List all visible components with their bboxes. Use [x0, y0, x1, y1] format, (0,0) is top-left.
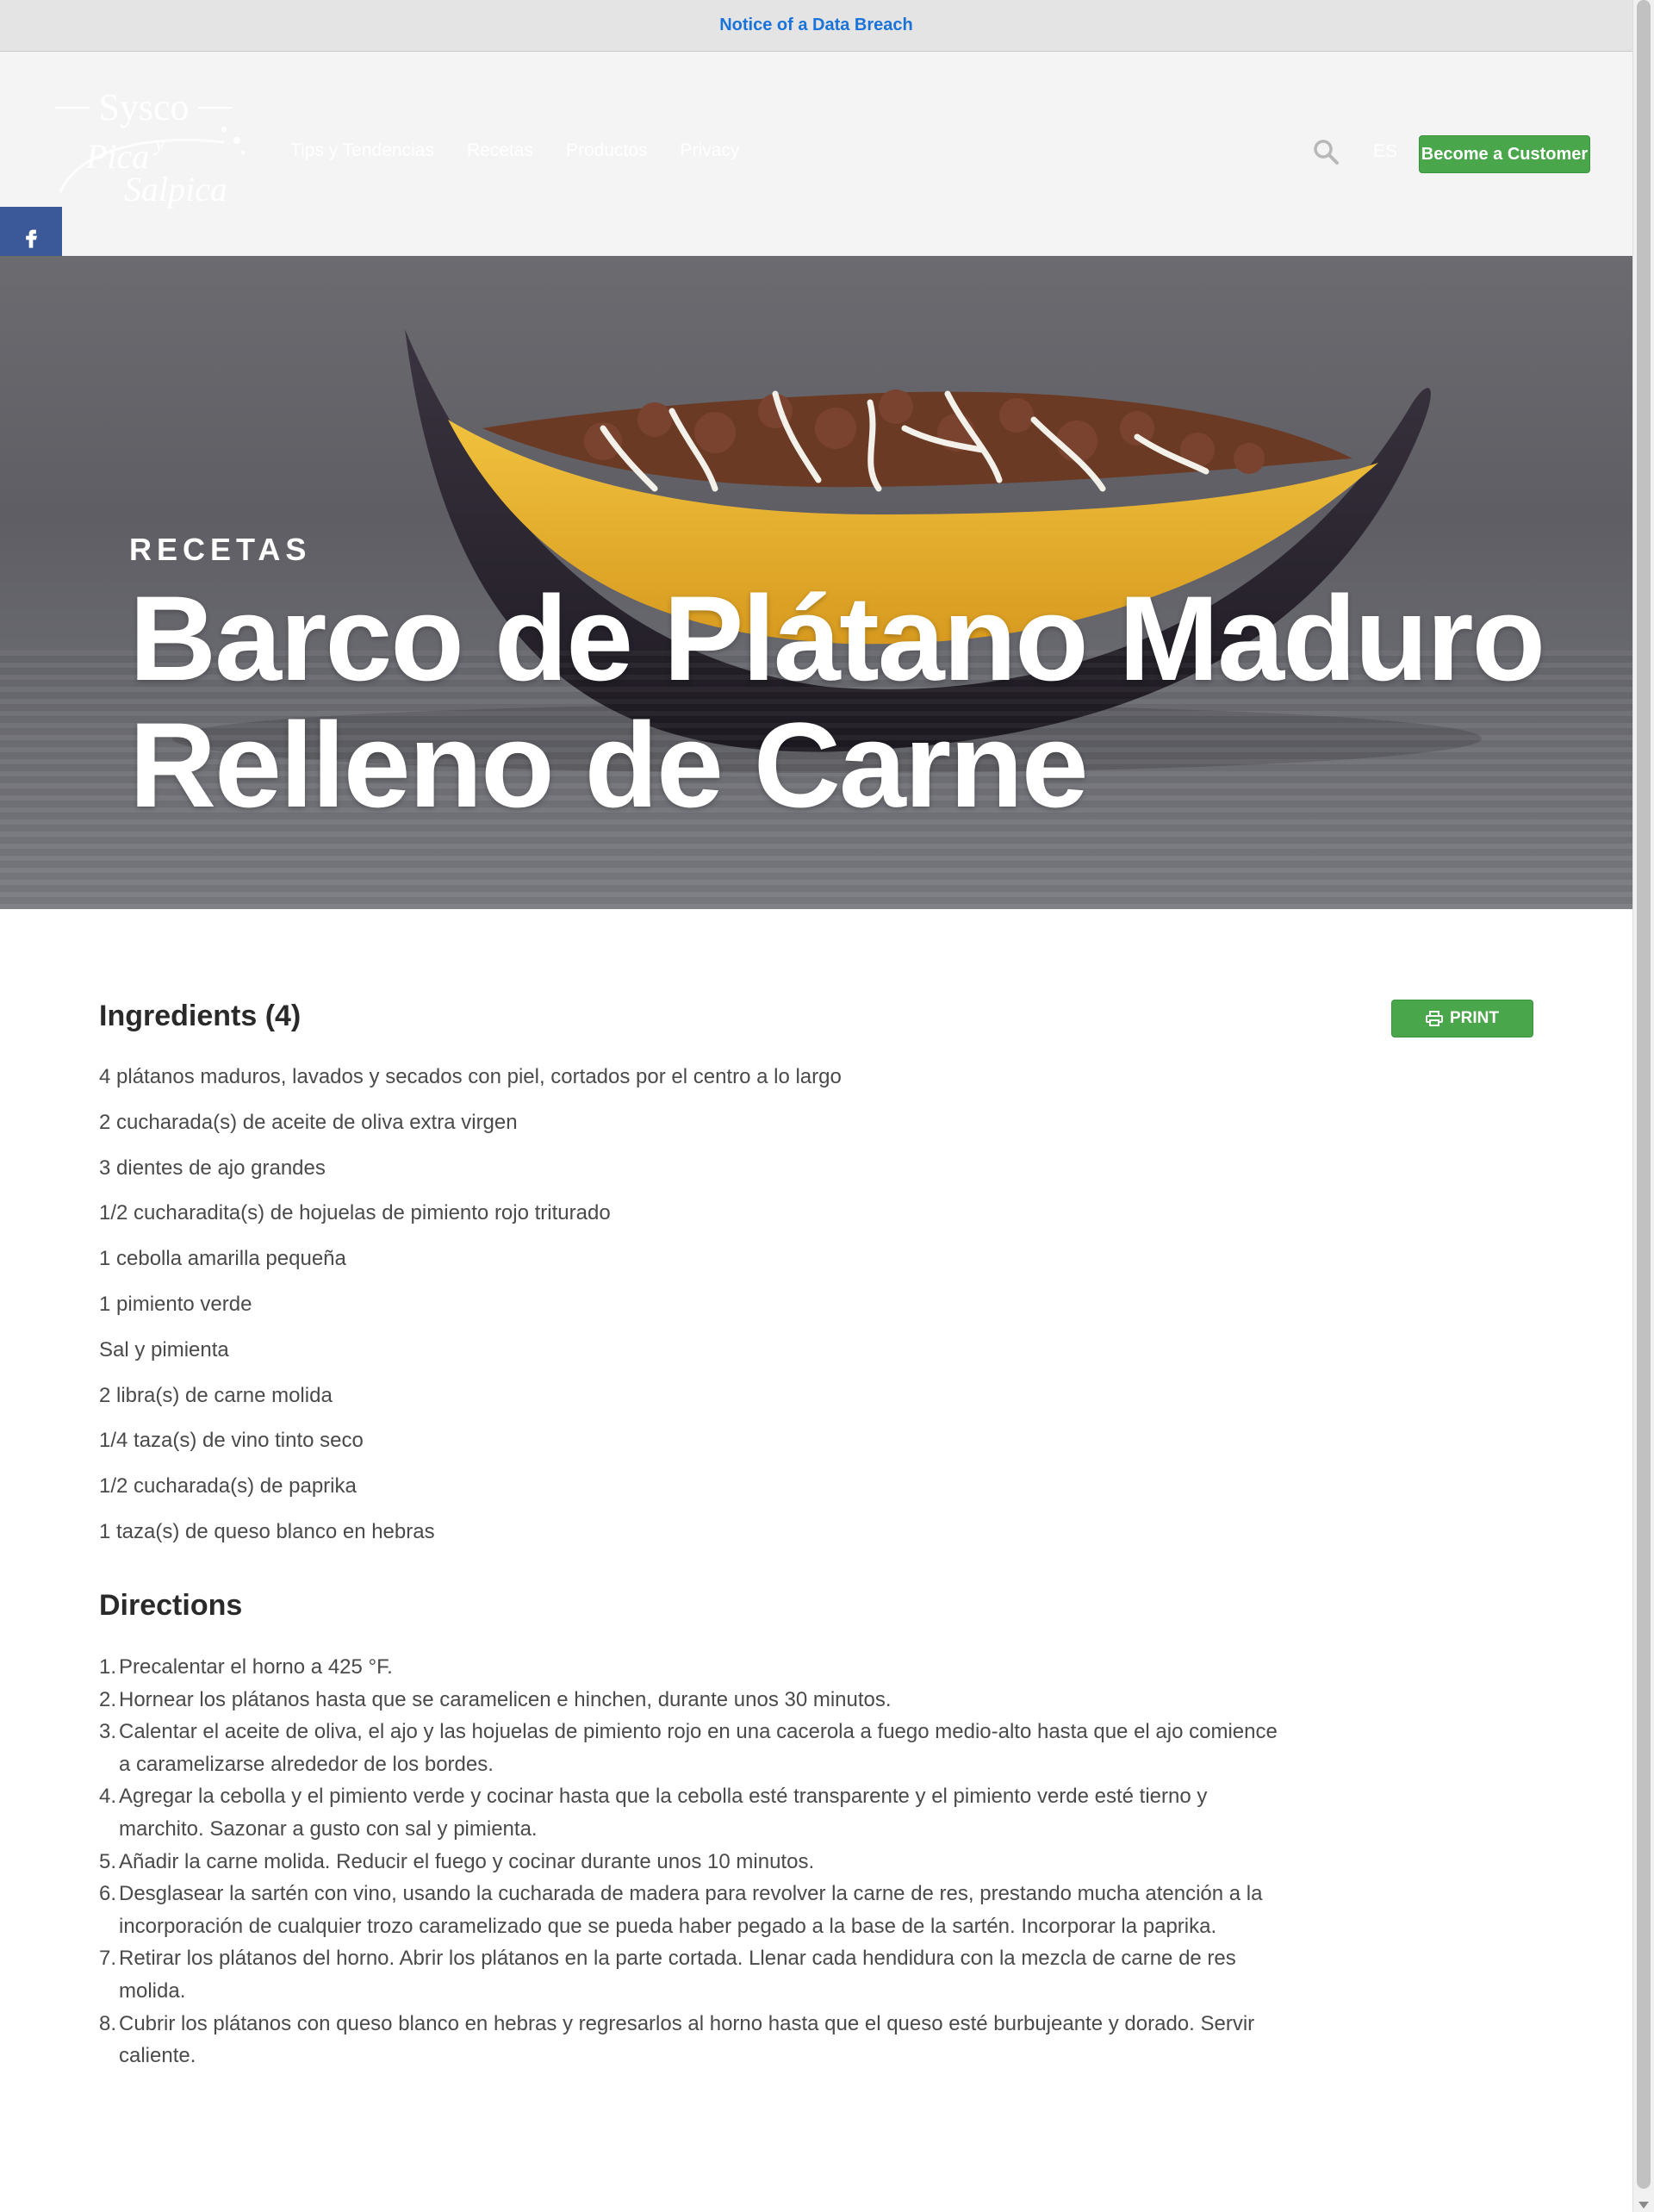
print-label: PRINT	[1450, 1009, 1499, 1027]
printer-icon	[1426, 1011, 1443, 1026]
direction-step: Cubrir los plátanos con queso blanco en …	[99, 2008, 1255, 2068]
scroll-down-arrow-icon[interactable]	[1638, 2202, 1649, 2209]
page-scrollbar[interactable]	[1632, 0, 1654, 2212]
ingredient-item: 1 pimiento verde	[99, 1292, 252, 1316]
hero-banner: RECETAS Barco de Plátano Maduro Relleno …	[0, 256, 1632, 909]
direction-step: Desglasear la sartén con vino, usando la…	[99, 1878, 1263, 1938]
ingredient-item: 1/2 cucharadita(s) de hojuelas de pimien…	[99, 1201, 611, 1225]
hero-category-label: RECETAS	[129, 532, 312, 567]
ingredient-item: 1 cebolla amarilla pequeña	[99, 1247, 346, 1271]
direction-step: Agregar la cebolla y el pimiento verde y…	[99, 1780, 1208, 1841]
nav-item-recetas[interactable]: Recetas	[467, 140, 533, 161]
language-switcher[interactable]: ES	[1373, 141, 1397, 162]
direction-step: Precalentar el horno a 425 °F.	[99, 1651, 393, 1683]
direction-step: Retirar los plátanos del horno. Abrir lo…	[99, 1942, 1236, 2003]
svg-text:Sysco: Sysco	[98, 90, 189, 128]
search-icon[interactable]	[1312, 138, 1340, 165]
direction-step: Hornear los plátanos hasta que se carame…	[99, 1684, 892, 1716]
site-header: Sysco Pica y Salpica Tips y Tendencias R…	[0, 52, 1632, 256]
ingredient-item: 1/2 cucharada(s) de paprika	[99, 1474, 357, 1499]
ingredient-item: 3 dientes de ajo grandes	[99, 1156, 326, 1180]
ingredients-heading: Ingredients (4)	[99, 1000, 302, 1032]
ingredient-item: 2 libra(s) de carne molida	[99, 1383, 333, 1407]
direction-step: Añadir la carne molida. Reducir el fuego…	[99, 1846, 815, 1878]
nav-item-privacy[interactable]: Privacy	[681, 140, 740, 161]
directions-heading: Directions	[99, 1589, 243, 1622]
svg-text:y: y	[153, 134, 165, 156]
ingredient-item: Sal y pimienta	[99, 1337, 229, 1361]
main-nav: Tips y Tendencias Recetas Productos Priv…	[290, 140, 739, 161]
nav-item-productos[interactable]: Productos	[566, 140, 648, 161]
facebook-icon	[26, 229, 37, 248]
nav-item-tips[interactable]: Tips y Tendencias	[290, 140, 434, 161]
scrollbar-thumb[interactable]	[1637, 0, 1651, 2189]
ingredients-list: 4 plátanos maduros, lavados y secados co…	[99, 1065, 842, 1566]
sysco-pica-y-salpica-logo-icon: Sysco Pica y Salpica	[55, 86, 245, 209]
ingredient-item: 1/4 taza(s) de vino tinto seco	[99, 1429, 364, 1453]
svg-text:Salpica: Salpica	[124, 170, 227, 209]
directions-list: Precalentar el horno a 425 °F. Hornear l…	[99, 1651, 1288, 2072]
print-button[interactable]: PRINT	[1391, 1000, 1533, 1037]
data-breach-notice-link[interactable]: Notice of a Data Breach	[719, 16, 913, 35]
page-title: Barco de Plátano Maduro Relleno de Carne	[129, 570, 1545, 832]
direction-step: Calentar el aceite de oliva, el ajo y la…	[99, 1716, 1278, 1776]
site-logo[interactable]: Sysco Pica y Salpica	[52, 86, 250, 220]
ingredient-item: 1 taza(s) de queso blanco en hebras	[99, 1519, 435, 1543]
ingredient-item: 4 plátanos maduros, lavados y secados co…	[99, 1065, 842, 1088]
become-customer-button[interactable]: Become a Customer	[1419, 135, 1590, 173]
notice-bar: Notice of a Data Breach	[0, 0, 1632, 52]
ingredient-item: 2 cucharada(s) de aceite de oliva extra …	[99, 1110, 518, 1134]
